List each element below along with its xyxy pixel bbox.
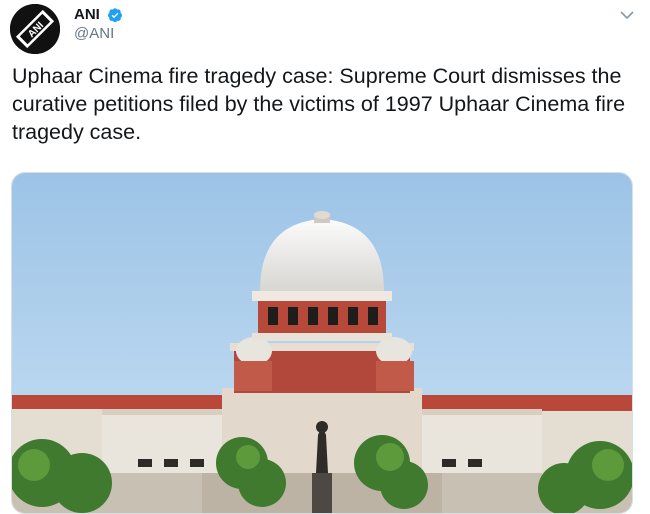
tweet-text: Uphaar Cinema fire tragedy case: Supreme… bbox=[12, 64, 626, 144]
tweet-media-photo[interactable] bbox=[11, 172, 633, 514]
verified-badge-icon bbox=[108, 8, 123, 23]
supreme-court-building-photo-icon bbox=[12, 173, 632, 513]
tweet-header: ANI ANI @ANI bbox=[10, 4, 640, 54]
author-display-name[interactable]: ANI bbox=[74, 6, 100, 24]
ani-logo-icon: ANI bbox=[10, 4, 60, 54]
author-info: ANI @ANI bbox=[74, 6, 123, 43]
author-handle[interactable]: @ANI bbox=[74, 25, 123, 43]
author-avatar[interactable]: ANI bbox=[10, 4, 60, 54]
chevron-down-icon[interactable] bbox=[618, 8, 636, 22]
